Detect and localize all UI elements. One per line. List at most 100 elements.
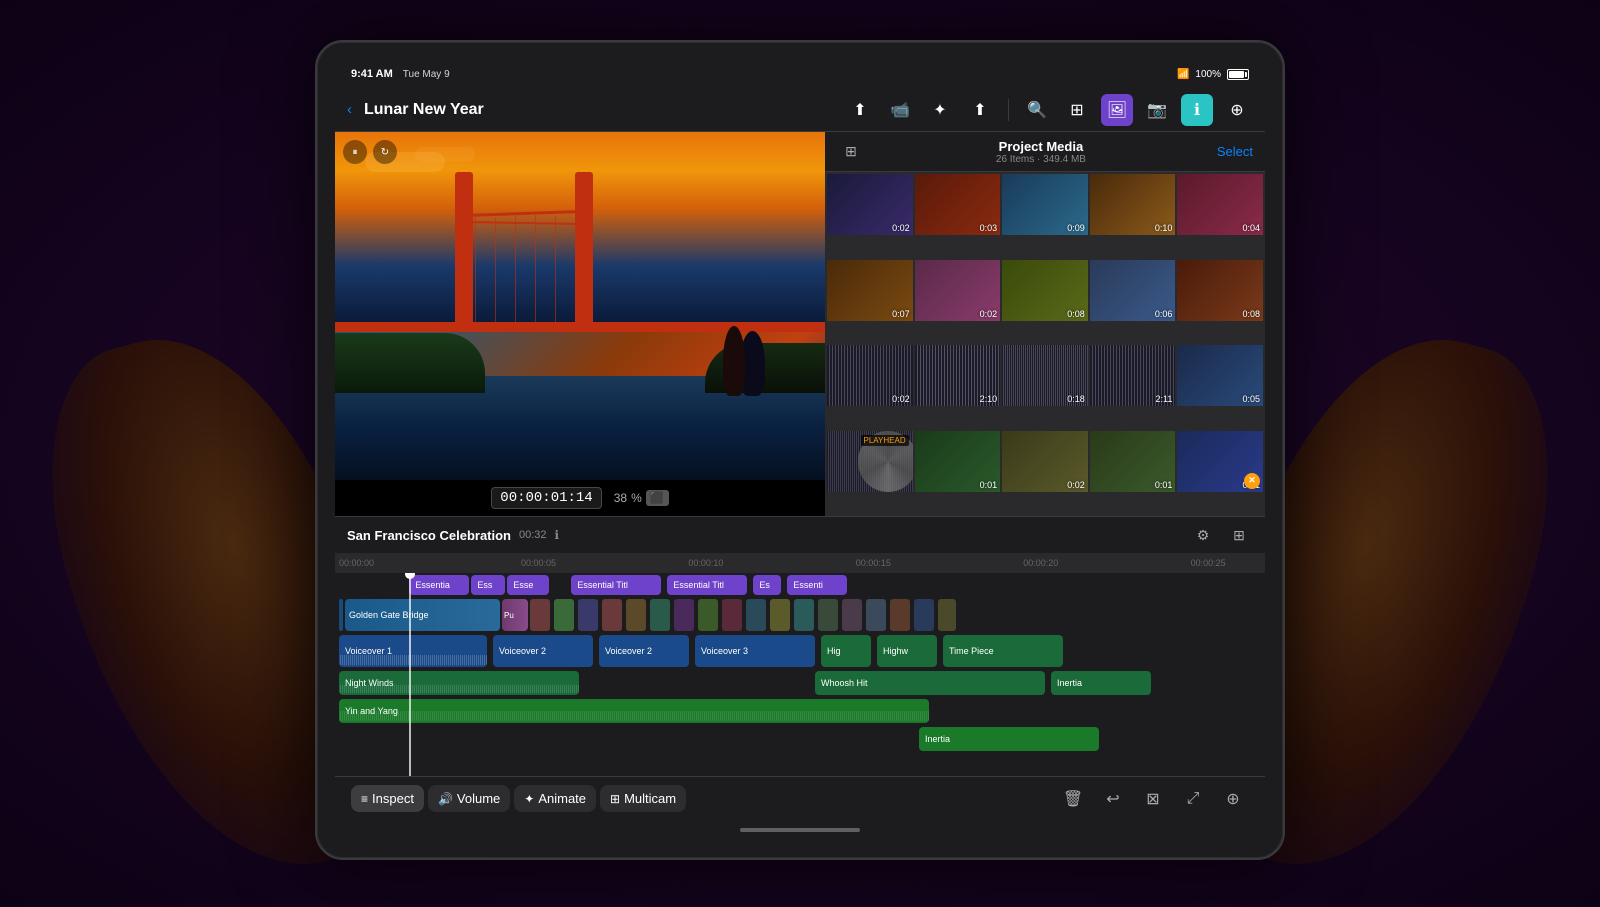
expand-button[interactable]: ⤢: [1177, 783, 1209, 815]
split-button[interactable]: ⊠: [1137, 783, 1169, 815]
title-clip-4[interactable]: Essential Titl: [571, 575, 661, 595]
thumb-duration-18: 0:02: [1067, 480, 1085, 490]
battery-percent: 100%: [1195, 69, 1221, 80]
video-clip-broll-18[interactable]: [914, 599, 934, 631]
loop-button[interactable]: ↻: [373, 140, 397, 164]
media-thumb-11[interactable]: 0:02: [827, 345, 913, 406]
timeline-zoom-button[interactable]: ⊞: [1225, 521, 1253, 549]
video-clip-broll-3[interactable]: [554, 599, 574, 631]
animate-button[interactable]: ✦ Animate: [514, 785, 596, 812]
timeline-settings-button[interactable]: ⚙: [1189, 521, 1217, 549]
video-clip-broll-11[interactable]: [746, 599, 766, 631]
info-button[interactable]: ℹ: [1181, 94, 1213, 126]
pause-button[interactable]: ⏸: [343, 140, 367, 164]
more-tools-button[interactable]: ⊕: [1217, 783, 1249, 815]
title-clip-1[interactable]: Essentia: [409, 575, 469, 595]
video-clip-broll-7[interactable]: [650, 599, 670, 631]
video-clip-broll-10[interactable]: [722, 599, 742, 631]
media-thumb-20[interactable]: 0:01 ✕: [1177, 431, 1263, 492]
export-button[interactable]: ⬆: [964, 94, 996, 126]
video-preview[interactable]: ⏸ ↻: [335, 132, 825, 480]
media-thumb-5[interactable]: 0:04: [1177, 174, 1263, 235]
media-thumb-9[interactable]: 0:06: [1090, 260, 1176, 321]
select-button[interactable]: Select: [1217, 144, 1253, 159]
video-clip-broll-5[interactable]: [602, 599, 622, 631]
video-clip-broll-16[interactable]: [866, 599, 886, 631]
sfx-clip-whoosh[interactable]: Whoosh Hit: [815, 671, 1045, 695]
media-thumb-17[interactable]: 0:01: [915, 431, 1001, 492]
search-button[interactable]: 🔍: [1021, 94, 1053, 126]
video-clip-broll-9[interactable]: [698, 599, 718, 631]
thumb-duration-1: 0:02: [892, 223, 910, 233]
timeline-info-button[interactable]: ℹ: [555, 528, 560, 542]
voiceover-clip-3[interactable]: Voiceover 2: [599, 635, 689, 667]
camera-button[interactable]: 📹: [884, 94, 916, 126]
multicam-button[interactable]: ⊞ Multicam: [600, 785, 686, 812]
thumb-duration-7: 0:02: [980, 309, 998, 319]
voiceover-clip-1[interactable]: Voiceover 1: [339, 635, 487, 667]
media-thumb-6[interactable]: 0:07: [827, 260, 913, 321]
photos-button[interactable]: 🖼: [1101, 94, 1133, 126]
multicam-label: Multicam: [624, 791, 676, 806]
media-thumb-14[interactable]: 2:11: [1090, 345, 1176, 406]
back-button[interactable]: ‹: [347, 101, 352, 118]
voiceover-clip-4[interactable]: Voiceover 3: [695, 635, 815, 667]
media-thumb-3[interactable]: 0:09: [1002, 174, 1088, 235]
sfx-clip-night-winds[interactable]: Night Winds: [339, 671, 579, 695]
title-clip-7[interactable]: Essenti: [787, 575, 847, 595]
title-clip-5[interactable]: Essential Titl: [667, 575, 747, 595]
media-thumb-12[interactable]: 2:10: [915, 345, 1001, 406]
thumb-duration-9: 0:06: [1155, 309, 1173, 319]
video-clip-broll-15[interactable]: [842, 599, 862, 631]
video-clip-broll-19[interactable]: [938, 599, 956, 631]
video-clip-broll-14[interactable]: [818, 599, 838, 631]
media-thumb-10[interactable]: 0:08: [1177, 260, 1263, 321]
more-button[interactable]: ⊕: [1221, 94, 1253, 126]
music-clip-yin-yang[interactable]: Yin and Yang: [339, 699, 929, 723]
video-clip-broll-13[interactable]: [794, 599, 814, 631]
media-thumb-18[interactable]: 0:02: [1002, 431, 1088, 492]
music-clip-inertia[interactable]: Inertia: [919, 727, 1099, 751]
media-thumb-7[interactable]: 0:02: [915, 260, 1001, 321]
share-button[interactable]: ⬆: [844, 94, 876, 126]
media-thumb-4[interactable]: 0:10: [1090, 174, 1176, 235]
main-content: ⏸ ↻ 00:00:01:14 38 %: [335, 132, 1265, 516]
video-clip-broll-1[interactable]: Pu: [502, 599, 528, 631]
media-thumb-19[interactable]: 0:01: [1090, 431, 1176, 492]
video-clip-broll-8[interactable]: [674, 599, 694, 631]
timeline-container: San Francisco Celebration 00:32 ℹ ⚙ ⊞ 00…: [335, 516, 1265, 776]
media-thumb-15[interactable]: 0:05: [1177, 345, 1263, 406]
thumb-duration-13: 0:18: [1067, 394, 1085, 404]
media-title-block: Project Media 26 Items · 349.4 MB: [865, 139, 1217, 165]
video-clip-broll-17[interactable]: [890, 599, 910, 631]
voiceover-clip-5[interactable]: Hig: [821, 635, 871, 667]
media-thumb-2[interactable]: 0:03: [915, 174, 1001, 235]
grid-toggle-button[interactable]: ⊞: [1061, 94, 1093, 126]
delete-button[interactable]: 🗑: [1057, 783, 1089, 815]
media-thumb-8[interactable]: 0:08: [1002, 260, 1088, 321]
home-bar[interactable]: [740, 828, 860, 832]
voiceover-clip-7[interactable]: Time Piece: [943, 635, 1063, 667]
undo-button[interactable]: ↩: [1097, 783, 1129, 815]
video-clip-broll-12[interactable]: [770, 599, 790, 631]
video-clip-main[interactable]: Golden Gate Bridge: [345, 599, 500, 631]
media-thumb-13[interactable]: 0:18: [1002, 345, 1088, 406]
voiceover-clip-6[interactable]: Highw: [877, 635, 937, 667]
title-clip-6[interactable]: Es: [753, 575, 781, 595]
close-thumb-button[interactable]: ✕: [1244, 473, 1260, 489]
media-thumb-1[interactable]: 0:02: [827, 174, 913, 235]
video-clip-broll-2[interactable]: [530, 599, 550, 631]
bottom-tools-right: 🗑 ↩ ⊠ ⤢ ⊕: [1057, 783, 1249, 815]
media-grid-button[interactable]: ⊞: [837, 138, 865, 166]
title-clip-2[interactable]: Ess: [471, 575, 505, 595]
sfx-clip-inertia-1[interactable]: Inertia: [1051, 671, 1151, 695]
inspect-button[interactable]: ≡ Inspect: [351, 785, 424, 812]
voiceover-clip-2[interactable]: Voiceover 2: [493, 635, 593, 667]
volume-button[interactable]: 🔊 Volume: [428, 785, 510, 812]
title-clip-3[interactable]: Esse: [507, 575, 549, 595]
star-button[interactable]: ✦: [924, 94, 956, 126]
media-thumb-16[interactable]: PLAYHEAD: [827, 431, 913, 492]
camera2-button[interactable]: 📷: [1141, 94, 1173, 126]
video-clip-broll-4[interactable]: [578, 599, 598, 631]
video-clip-broll-6[interactable]: [626, 599, 646, 631]
